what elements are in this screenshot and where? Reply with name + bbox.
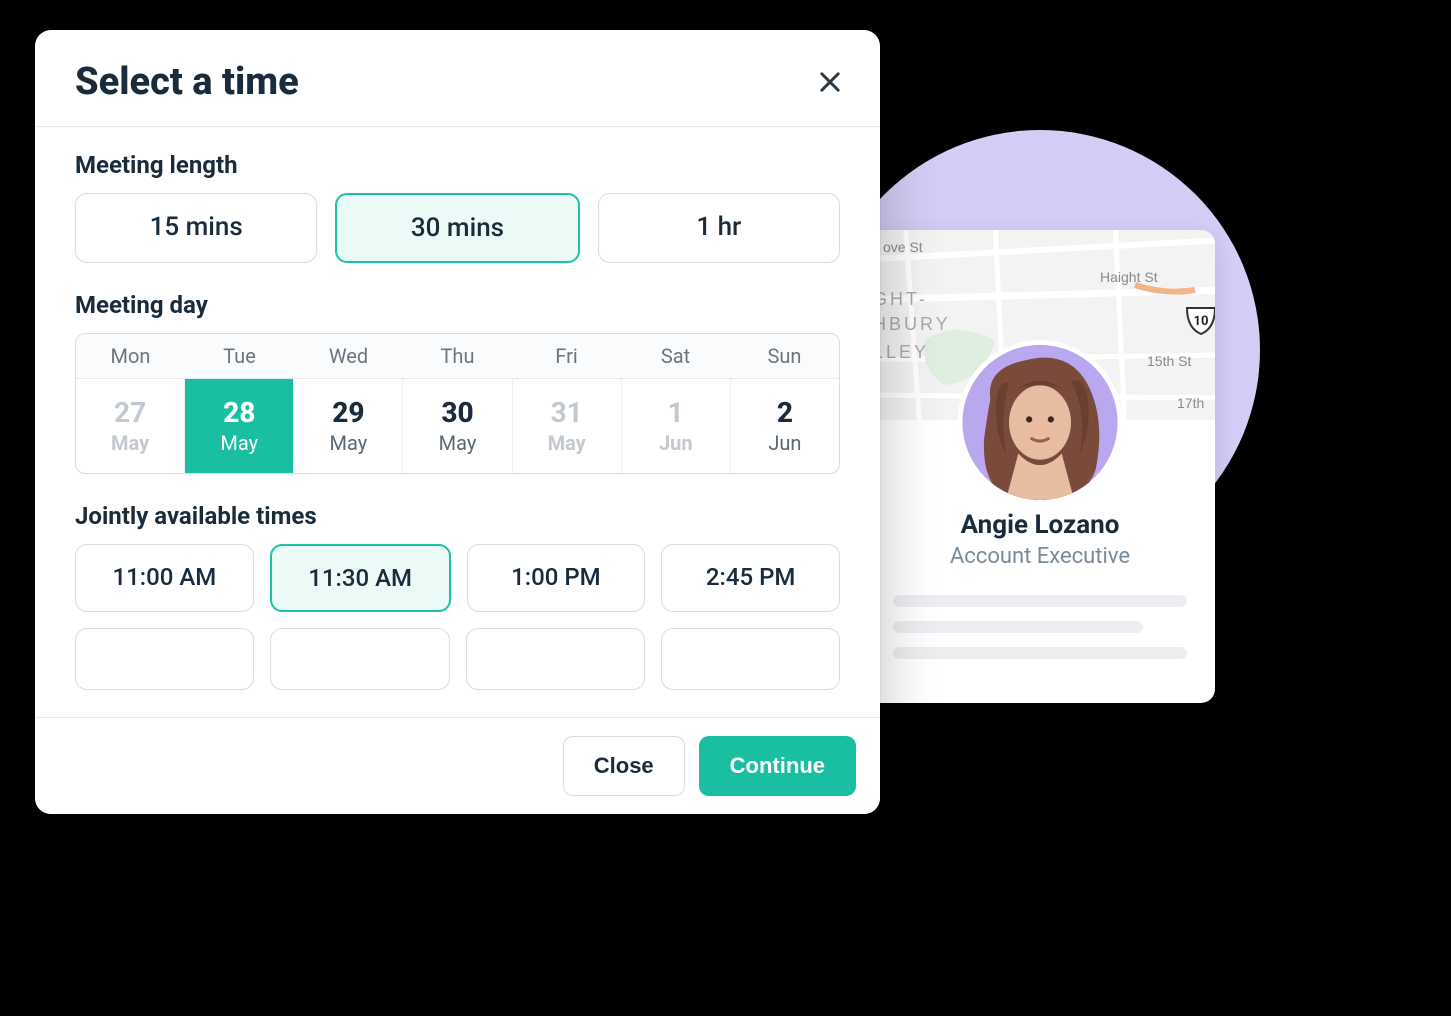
time-slots-row: 11:00 AM 11:30 AM 1:00 PM 2:45 PM bbox=[75, 544, 840, 612]
map-street-15th: 15th St bbox=[1147, 353, 1191, 369]
calendar-strip: Mon Tue Wed Thu Fri Sat Sun 27 May 28 Ma… bbox=[75, 333, 840, 474]
close-icon[interactable] bbox=[816, 68, 844, 96]
close-button[interactable]: Close bbox=[563, 736, 685, 796]
slot-245pm[interactable]: 2:45 PM bbox=[661, 544, 840, 612]
day-27[interactable]: 27 May bbox=[76, 379, 185, 473]
dow-tue: Tue bbox=[185, 334, 294, 378]
meeting-day-label: Meeting day bbox=[75, 291, 840, 319]
map-highway-label: 10 bbox=[1194, 314, 1209, 329]
profile-skeleton bbox=[865, 595, 1215, 659]
available-times-label: Jointly available times bbox=[75, 502, 840, 530]
day-30[interactable]: 30 May bbox=[403, 379, 512, 473]
dow-mon: Mon bbox=[76, 334, 185, 378]
day-29[interactable]: 29 May bbox=[294, 379, 403, 473]
length-option-30mins[interactable]: 30 mins bbox=[335, 193, 579, 263]
dow-sat: Sat bbox=[621, 334, 730, 378]
slot-placeholder[interactable] bbox=[270, 628, 449, 690]
map-neigh-2: HBURY bbox=[873, 314, 951, 334]
day-28[interactable]: 28 May bbox=[185, 379, 294, 473]
slot-placeholder[interactable] bbox=[75, 628, 254, 690]
slot-1130am[interactable]: 11:30 AM bbox=[270, 544, 451, 612]
modal-footer: Close Continue bbox=[35, 717, 880, 814]
slot-100pm[interactable]: 1:00 PM bbox=[467, 544, 646, 612]
profile-title: Account Executive bbox=[865, 544, 1215, 569]
dow-thu: Thu bbox=[403, 334, 512, 378]
map-neigh-valley: LLEY bbox=[873, 342, 929, 362]
day-1[interactable]: 1 Jun bbox=[622, 379, 731, 473]
length-option-15mins[interactable]: 15 mins bbox=[75, 193, 317, 263]
profile-name: Angie Lozano bbox=[865, 510, 1215, 540]
slot-1100am[interactable]: 11:00 AM bbox=[75, 544, 254, 612]
modal-header: Select a time bbox=[35, 30, 880, 127]
continue-button[interactable]: Continue bbox=[699, 736, 856, 796]
length-option-1hr[interactable]: 1 hr bbox=[598, 193, 840, 263]
slot-placeholder[interactable] bbox=[661, 628, 840, 690]
time-slots-row-2 bbox=[75, 628, 840, 690]
select-time-modal: Select a time Meeting length 15 mins 30 … bbox=[35, 30, 880, 814]
avatar bbox=[963, 345, 1118, 500]
slot-placeholder[interactable] bbox=[466, 628, 645, 690]
map-street-17th: 17th bbox=[1177, 395, 1204, 411]
day-2[interactable]: 2 Jun bbox=[731, 379, 839, 473]
profile-card: 10 ove St Haight St 15th St 17th GHT- HB… bbox=[865, 230, 1215, 703]
dow-sun: Sun bbox=[730, 334, 839, 378]
meeting-length-options: 15 mins 30 mins 1 hr bbox=[75, 193, 840, 263]
map-neigh-1: GHT- bbox=[873, 289, 928, 309]
map-preview: 10 ove St Haight St 15th St 17th GHT- HB… bbox=[865, 230, 1215, 420]
dow-wed: Wed bbox=[294, 334, 403, 378]
map-street-haight: Haight St bbox=[1100, 269, 1158, 285]
day-31[interactable]: 31 May bbox=[513, 379, 622, 473]
meeting-length-label: Meeting length bbox=[75, 151, 840, 179]
dow-fri: Fri bbox=[512, 334, 621, 378]
modal-title: Select a time bbox=[75, 60, 299, 104]
map-street-grove: ove St bbox=[883, 239, 923, 255]
